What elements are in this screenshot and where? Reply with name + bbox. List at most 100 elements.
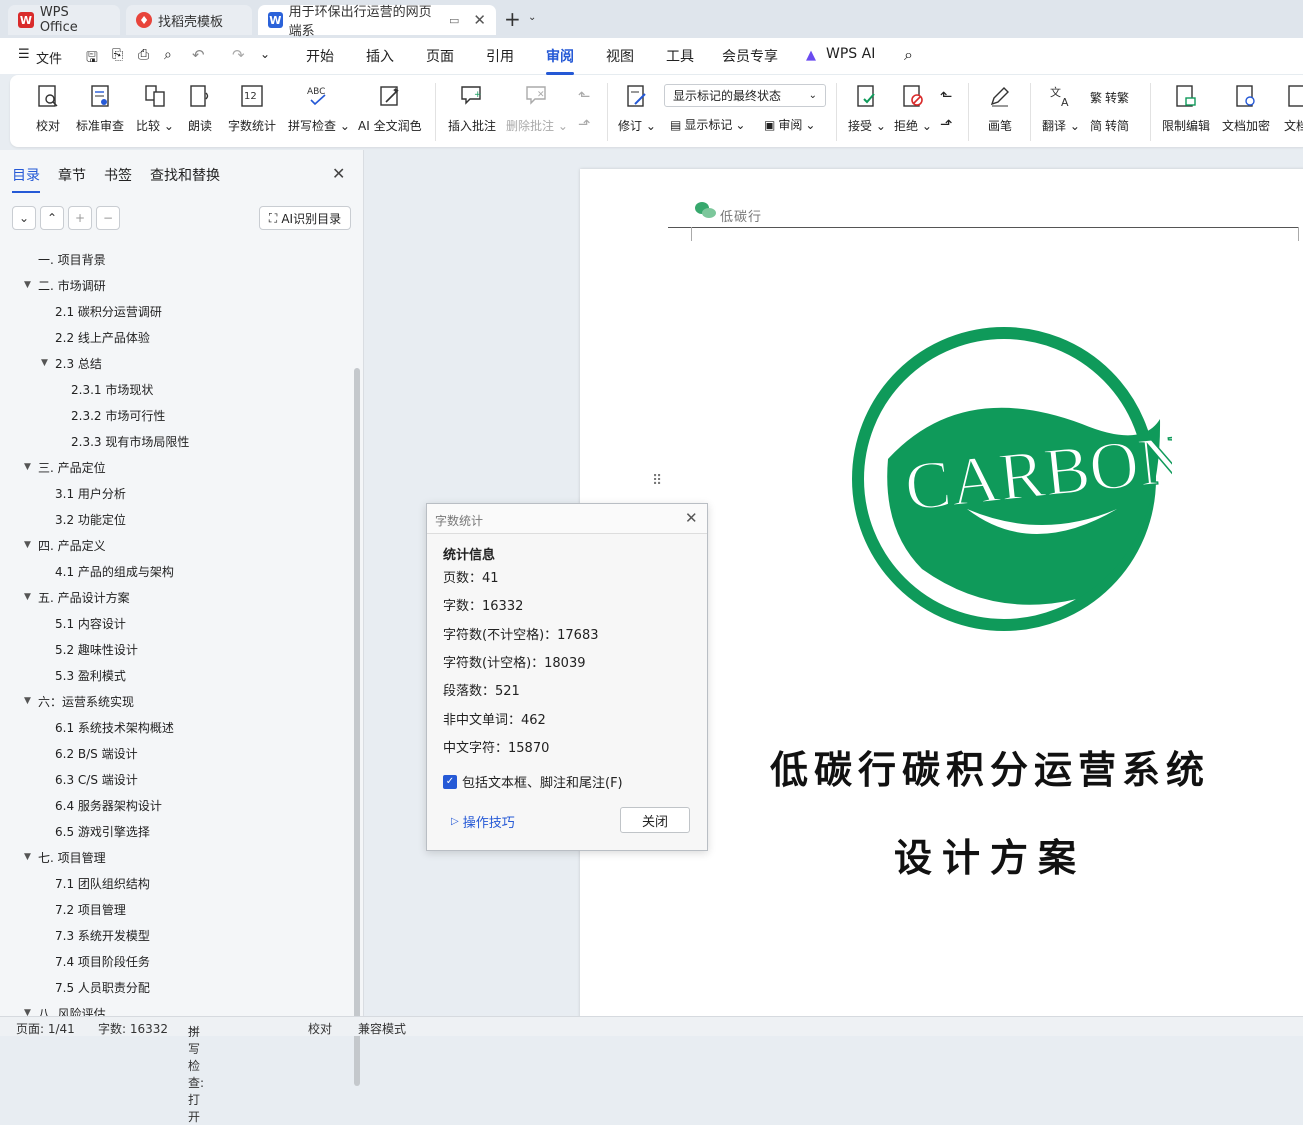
toc-item[interactable]: 6.1 系统技术架构概述 [55,714,174,740]
toc-item[interactable]: 6.2 B/S 端设计 [55,740,138,766]
doc-more-button[interactable]: 文档 [1282,81,1303,134]
new-tab-icon[interactable]: + [504,7,521,31]
close-pane-icon[interactable]: ✕ [332,164,345,183]
toc-item[interactable]: 2.1 碳积分运营调研 [55,298,162,324]
word-count-button[interactable]: 12 字数统计 [228,81,276,134]
menu-member[interactable]: 会员专享 [722,46,778,66]
ai-polish-button[interactable]: ✦ AI 全文润色 [358,81,422,134]
toc-item[interactable]: 6.3 C/S 端设计 [55,766,138,792]
include-textbox-checkbox[interactable]: ✓ 包括文本框、脚注和尾注(F) [443,772,623,791]
next-comment-icon[interactable]: ⬏ [578,115,591,133]
tips-link[interactable]: ▷ 操作技巧 [451,812,515,831]
toc-item[interactable]: 二. 市场调研 [38,272,106,298]
prev-comment-icon[interactable]: ⬑ [578,87,591,105]
toc-item[interactable]: 2.3.1 市场现状 [71,376,153,402]
toc-item[interactable]: 七. 项目管理 [38,844,106,870]
tab-current-document[interactable]: W 用于环保出行运营的网页端系 ▭ ✕ [258,5,496,39]
chevron-down-icon[interactable]: ⌄ [528,12,536,23]
review-pane-button[interactable]: ▣ 审阅 ⌄ [764,116,815,133]
expand-all-button[interactable]: ⌄ [12,206,36,230]
menu-reference[interactable]: 引用 [486,46,514,66]
toc-item[interactable]: 五. 产品设计方案 [38,584,130,610]
toc-item[interactable]: 5.2 趣味性设计 [55,636,138,662]
to-traditional-button[interactable]: 繁转繁 [1090,89,1129,106]
toc-expand-icon[interactable]: ▼ [24,852,31,862]
read-aloud-button[interactable]: 朗读 [186,81,214,134]
tab-chapters[interactable]: 章节 [58,165,86,185]
toc-expand-icon[interactable]: ▼ [24,462,31,472]
search-icon[interactable]: ⌕ [904,45,913,65]
toc-item[interactable]: 4.1 产品的组成与架构 [55,558,174,584]
print-preview-icon[interactable]: ⌕ [164,47,172,63]
toc-item[interactable]: 六：运营系统实现 [38,688,134,714]
toc-scrollbar[interactable] [354,368,360,1086]
remove-heading-button[interactable]: − [96,206,120,230]
tab-wps-office[interactable]: W WPS Office [8,5,120,35]
standard-review-button[interactable]: 标准审查 [76,81,124,134]
tab-find-replace[interactable]: 查找和替换 [150,165,220,185]
reject-button[interactable]: 拒绝 ⌄ [894,81,932,134]
spell-check-button[interactable]: ABC 拼写检查 ⌄ [288,81,350,134]
menu-file[interactable]: 文件 [36,48,62,67]
toc-item[interactable]: 7.2 项目管理 [55,896,126,922]
toc-expand-icon[interactable]: ▼ [24,540,31,550]
menu-wps-ai[interactable]: WPS AI [826,46,875,62]
toc-item[interactable]: 2.2 线上产品体验 [55,324,150,350]
proofread-button[interactable]: 校对 [34,81,62,134]
toc-item[interactable]: 一. 项目背景 [38,246,106,272]
delete-comment-button[interactable]: ✕ 删除批注 ⌄ [506,81,568,134]
accept-button[interactable]: 接受 ⌄ [848,81,886,134]
pen-button[interactable]: 画笔 [986,81,1014,134]
restrict-edit-button[interactable]: 限制编辑 [1162,81,1210,134]
drag-handle-icon[interactable]: ⠿ [652,473,662,489]
close-tab-icon[interactable]: ✕ [473,11,486,29]
toc-item[interactable]: 2.3.2 市场可行性 [71,402,165,428]
toc-item[interactable]: 7.5 人员职责分配 [55,974,150,1000]
markup-state-select[interactable]: 显示标记的最终状态 ⌄ [664,84,826,107]
menu-insert[interactable]: 插入 [366,46,394,66]
toc-expand-icon[interactable]: ▼ [41,358,48,368]
next-change-icon[interactable]: ⬏ [940,115,953,133]
toc-item[interactable]: 7.1 团队组织结构 [55,870,150,896]
ai-toc-button[interactable]: ⛶ AI识别目录 [259,206,351,230]
toc-item[interactable]: 5.1 内容设计 [55,610,126,636]
collapse-all-button[interactable]: ⌃ [40,206,64,230]
add-heading-button[interactable]: + [68,206,92,230]
toc-expand-icon[interactable]: ▼ [24,592,31,602]
to-simplified-button[interactable]: 简转简 [1090,117,1129,134]
insert-comment-button[interactable]: + 插入批注 [448,81,496,134]
compare-button[interactable]: 比较 ⌄ [136,81,174,134]
prev-change-icon[interactable]: ⬑ [940,87,953,105]
toc-item[interactable]: 三. 产品定位 [38,454,106,480]
print-icon[interactable]: ⎙ [138,47,149,63]
menu-page[interactable]: 页面 [426,46,454,66]
toc-item[interactable]: 7.3 系统开发模型 [55,922,150,948]
tab-daoke-template[interactable]: ♦ 找稻壳模板 [126,5,252,35]
menu-start[interactable]: 开始 [306,46,334,66]
status-proof[interactable]: 校对 [308,1020,332,1037]
save-icon[interactable]: 🖫 [86,47,98,71]
toc-expand-icon[interactable]: ▼ [24,696,31,706]
status-words[interactable]: 字数: 16332 [98,1020,168,1037]
toc-item[interactable]: 3.1 用户分析 [55,480,126,506]
translate-button[interactable]: 文 A 翻译 ⌄ [1042,81,1080,134]
tab-toc[interactable]: 目录 [12,165,40,193]
toc-item[interactable]: 5.3 盈利模式 [55,662,126,688]
dialog-close-icon[interactable]: ✕ [685,509,698,527]
export-icon[interactable]: ⎘ [112,47,123,63]
close-button[interactable]: 关闭 [620,807,690,833]
menu-icon[interactable]: ☰ [18,47,30,62]
toc-expand-icon[interactable]: ▼ [24,280,31,290]
menu-tools[interactable]: 工具 [666,46,694,66]
menu-view[interactable]: 视图 [606,46,634,66]
tab-bookmarks[interactable]: 书签 [104,165,132,185]
toc-item[interactable]: 3.2 功能定位 [55,506,126,532]
toc-item[interactable]: 6.4 服务器架构设计 [55,792,162,818]
redo-icon[interactable]: ↷ [232,46,245,64]
menu-review[interactable]: 审阅 [546,46,574,75]
status-page[interactable]: 页面: 1/41 [16,1020,75,1037]
undo-icon[interactable]: ↶ [192,46,205,64]
toc-item[interactable]: 6.5 游戏引擎选择 [55,818,150,844]
more-chevron-icon[interactable]: ⌄ [260,47,270,61]
doc-encrypt-button[interactable]: 文档加密 [1222,81,1270,134]
